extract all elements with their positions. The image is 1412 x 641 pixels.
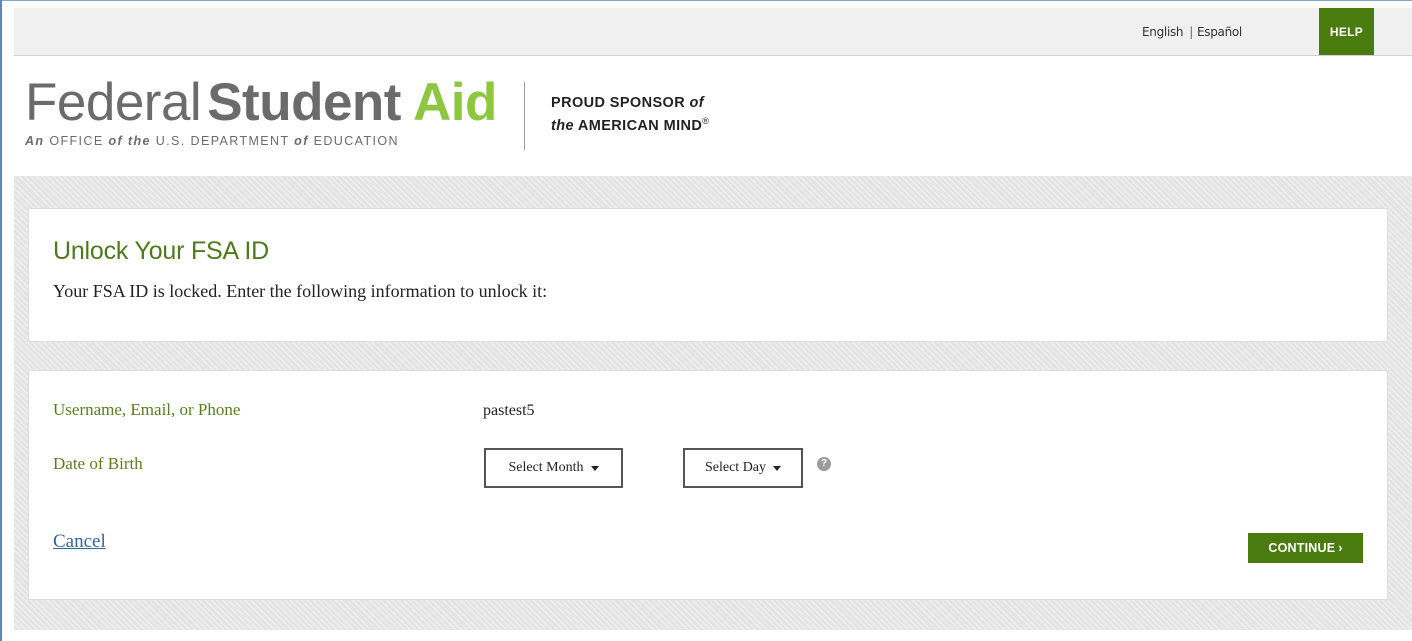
logo-sub-department: U.S. DEPARTMENT bbox=[155, 134, 290, 148]
logo-word-federal: Federal bbox=[25, 73, 202, 132]
sponsor-line-1-text: PROUD SPONSOR bbox=[551, 95, 686, 111]
logo-word-aid: Aid bbox=[412, 73, 497, 132]
birth-day-select[interactable]: Select Day bbox=[683, 448, 803, 488]
sponsor-line-2-italic: the bbox=[551, 117, 574, 134]
logo-sub-of: of bbox=[294, 134, 309, 148]
logo-subtitle: An OFFICE of the U.S. DEPARTMENT of EDUC… bbox=[25, 134, 497, 148]
window-top-border bbox=[0, 0, 1412, 1]
sponsor-line-1-italic: of bbox=[689, 95, 705, 111]
fsa-logo[interactable]: Federal Student Aid An OFFICE of the U.S. … bbox=[25, 76, 497, 149]
birth-month-select-label: Select Month bbox=[508, 460, 584, 475]
birth-month-select[interactable]: Select Month bbox=[484, 448, 623, 488]
logo-word-student: Student bbox=[207, 73, 401, 132]
page-title: Unlock Your FSA ID bbox=[53, 237, 269, 265]
site-header: Federal Student Aid An OFFICE of the U.S. … bbox=[14, 56, 1412, 176]
chevron-right-icon: › bbox=[1338, 541, 1343, 555]
utility-bar: English | Español HELP bbox=[14, 8, 1412, 56]
registered-mark: ® bbox=[702, 116, 710, 126]
window-left-border bbox=[0, 0, 2, 641]
birth-day-select-label: Select Day bbox=[704, 460, 767, 475]
intro-panel: Unlock Your FSA ID Your FSA ID is locked… bbox=[28, 208, 1388, 342]
caret-down-icon bbox=[590, 465, 599, 471]
unlock-form-panel: Username, Email, or Phone pastest5 Date … bbox=[28, 370, 1388, 600]
language-english-link[interactable]: English bbox=[1142, 25, 1184, 39]
sponsor-line-2-text: AMERICAN MIND bbox=[577, 117, 703, 134]
question-circle-icon[interactable]: ? bbox=[817, 457, 831, 471]
username-value: pastest5 bbox=[483, 402, 535, 419]
continue-button-label: CONTINUE bbox=[1268, 541, 1336, 555]
sponsor-tagline: PROUD SPONSOR of the AMERICAN MIND® bbox=[551, 94, 709, 135]
language-separator: | bbox=[1189, 25, 1193, 39]
caret-down-icon bbox=[773, 465, 782, 471]
language-switcher: English | Español bbox=[1142, 25, 1242, 39]
header-divider bbox=[524, 82, 525, 150]
sponsor-line-1: PROUD SPONSOR of bbox=[551, 94, 709, 112]
logo-sub-education: EDUCATION bbox=[313, 134, 399, 148]
logo-sub-office: OFFICE bbox=[49, 134, 104, 148]
dob-label: Date of Birth bbox=[53, 454, 143, 473]
cancel-link[interactable]: Cancel bbox=[53, 531, 106, 553]
username-label: Username, Email, or Phone bbox=[53, 400, 241, 419]
intro-text: Your FSA ID is locked. Enter the followi… bbox=[53, 281, 548, 301]
continue-button[interactable]: CONTINUE › bbox=[1248, 533, 1363, 563]
language-spanish-link[interactable]: Español bbox=[1197, 25, 1242, 39]
sponsor-line-2: the AMERICAN MIND® bbox=[551, 112, 709, 135]
help-button[interactable]: HELP bbox=[1319, 8, 1374, 55]
logo-sub-ofthe: of the bbox=[108, 134, 151, 148]
logo-sub-an: An bbox=[25, 134, 45, 148]
logo-wordmark: Federal Student Aid bbox=[25, 76, 497, 130]
